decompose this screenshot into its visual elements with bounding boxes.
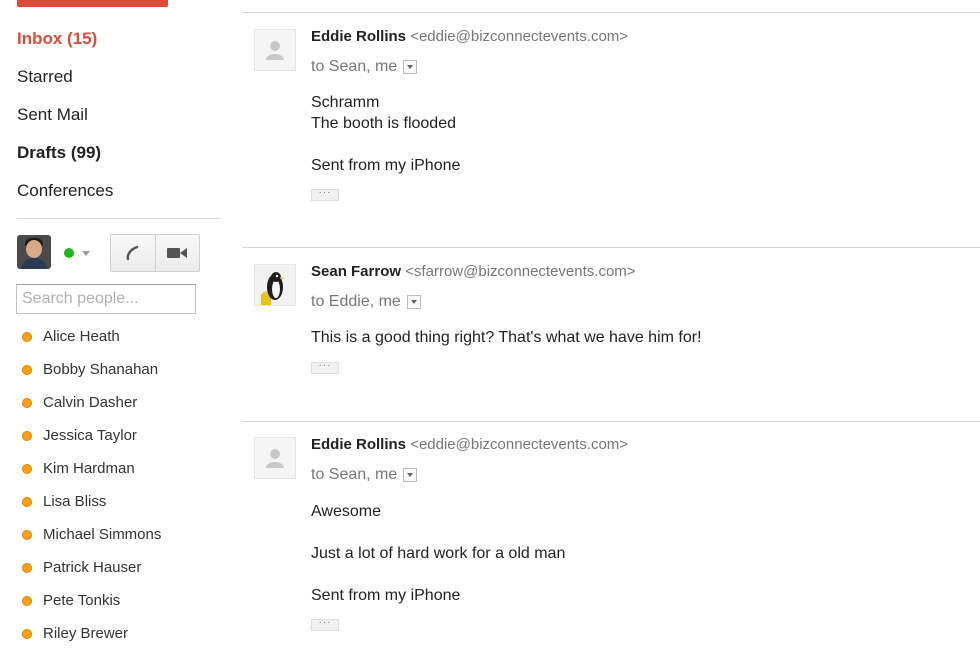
thread-separator — [242, 12, 980, 13]
nav-list: Inbox (15) Starred Sent Mail Drafts (99)… — [17, 22, 227, 212]
body-line: Schramm — [311, 94, 380, 111]
sender-avatar — [254, 29, 296, 71]
contact-item[interactable]: Michael Simmons — [22, 518, 222, 551]
sender-avatar — [254, 437, 296, 479]
search-people-input[interactable] — [16, 284, 196, 314]
video-camera-icon — [167, 248, 188, 258]
recipients-line: to Sean, me — [311, 466, 418, 484]
contact-item[interactable]: Kim Hardman — [22, 452, 222, 485]
my-avatar[interactable] — [17, 235, 51, 269]
phone-icon — [126, 245, 138, 261]
sender-name: Sean Farrow — [311, 263, 402, 280]
contact-name: Jessica Taylor — [43, 427, 137, 444]
idle-status-icon — [22, 562, 32, 573]
recipients-text: to Sean, me — [311, 58, 398, 75]
contact-name: Alice Heath — [43, 328, 120, 345]
penguin-avatar-icon — [255, 265, 295, 305]
contact-item[interactable]: Patrick Hauser — [22, 551, 222, 584]
nav-item-starred[interactable]: Starred — [17, 60, 227, 98]
contact-name: Bobby Shanahan — [43, 361, 159, 378]
show-trimmed-button[interactable]: ··· — [311, 361, 339, 374]
contact-item[interactable]: Riley Brewer — [22, 617, 222, 650]
contact-item[interactable]: Calvin Dasher — [22, 386, 222, 419]
idle-status-icon — [22, 364, 32, 375]
status-dropdown-icon[interactable] — [82, 251, 90, 256]
idle-status-icon — [22, 628, 32, 639]
recipients-line: to Eddie, me — [311, 293, 421, 311]
contact-name: Calvin Dasher — [43, 394, 138, 411]
body-line: Sent from my iPhone — [311, 157, 461, 174]
body-line: Sent from my iPhone — [311, 587, 461, 604]
sender-name: Eddie Rollins — [311, 436, 407, 453]
nav-divider — [17, 218, 221, 219]
details-dropdown-icon[interactable] — [403, 467, 418, 482]
show-trimmed-button[interactable]: ··· — [311, 188, 339, 201]
message-separator — [242, 247, 980, 248]
sender-avatar — [254, 264, 296, 306]
idle-status-icon — [22, 463, 32, 474]
body-line: Awesome — [311, 503, 381, 520]
contact-item[interactable]: Alice Heath — [22, 320, 222, 353]
sender-line[interactable]: Eddie Rollins <eddie@bizconnectevents.co… — [311, 436, 628, 453]
message-separator — [242, 421, 980, 422]
idle-status-icon — [22, 529, 32, 540]
contact-name: Michael Simmons — [43, 526, 162, 543]
status-available-icon[interactable] — [64, 248, 74, 258]
contact-item[interactable]: Bobby Shanahan — [22, 353, 222, 386]
body-line: Just a lot of hard work for a old man — [311, 545, 566, 562]
sender-email: <eddie@bizconnectevents.com> — [410, 436, 629, 453]
placeholder-avatar-icon — [266, 449, 284, 468]
idle-status-icon — [22, 397, 32, 408]
sender-email: <sfarrow@bizconnectevents.com> — [405, 263, 636, 280]
idle-status-icon — [22, 430, 32, 441]
phone-call-button[interactable] — [111, 235, 155, 271]
contact-item[interactable]: Jessica Taylor — [22, 419, 222, 452]
placeholder-avatar-icon — [266, 41, 284, 60]
video-call-button[interactable] — [154, 235, 200, 271]
contact-list: Alice Heath Bobby Shanahan Calvin Dasher… — [22, 320, 222, 650]
recipients-text: to Eddie, me — [311, 293, 401, 310]
idle-status-icon — [22, 331, 32, 342]
details-dropdown-icon[interactable] — [403, 59, 418, 74]
compose-button[interactable] — [17, 0, 168, 7]
sender-name: Eddie Rollins — [311, 28, 407, 45]
show-trimmed-button[interactable]: ··· — [311, 618, 339, 631]
sender-email: <eddie@bizconnectevents.com> — [410, 28, 629, 45]
contact-name: Pete Tonkis — [43, 592, 121, 609]
idle-status-icon — [22, 496, 32, 507]
chat-header — [17, 234, 200, 272]
contact-name: Riley Brewer — [43, 625, 129, 642]
idle-status-icon — [22, 595, 32, 606]
contact-item[interactable]: Pete Tonkis — [22, 584, 222, 617]
contact-name: Lisa Bliss — [43, 493, 107, 510]
details-dropdown-icon[interactable] — [406, 294, 421, 309]
recipients-line: to Sean, me — [311, 58, 418, 76]
body-line: The booth is flooded — [311, 115, 456, 132]
body-line: This is a good thing right? That's what … — [311, 329, 702, 346]
chat-actions — [110, 234, 200, 272]
nav-item-sent-mail[interactable]: Sent Mail — [17, 98, 227, 136]
sender-line[interactable]: Eddie Rollins <eddie@bizconnectevents.co… — [311, 28, 628, 45]
contact-item[interactable]: Lisa Bliss — [22, 485, 222, 518]
contact-name: Kim Hardman — [43, 460, 135, 477]
contact-name: Patrick Hauser — [43, 559, 142, 576]
nav-item-inbox[interactable]: Inbox (15) — [17, 22, 227, 60]
recipients-text: to Sean, me — [311, 466, 398, 483]
nav-item-drafts[interactable]: Drafts (99) — [17, 136, 227, 174]
nav-item-conferences[interactable]: Conferences — [17, 174, 227, 212]
sender-line[interactable]: Sean Farrow <sfarrow@bizconnectevents.co… — [311, 263, 636, 280]
